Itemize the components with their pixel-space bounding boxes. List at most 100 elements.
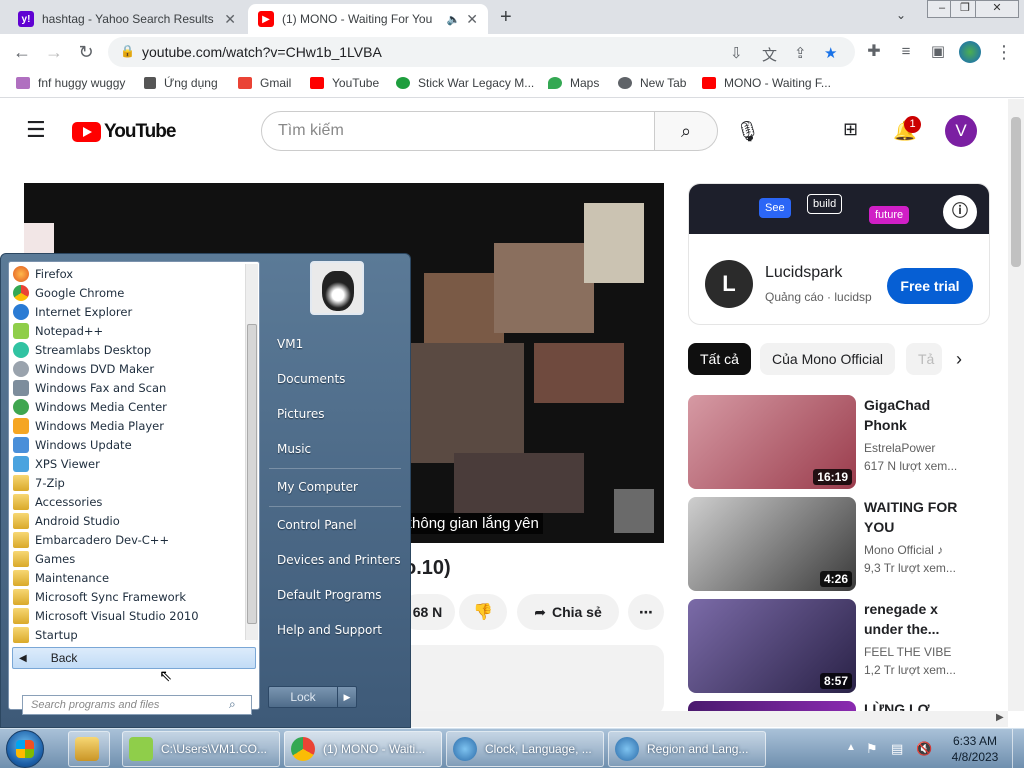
close-window-button[interactable]: ✕: [975, 0, 1019, 18]
channel-name[interactable]: Mono Official ♪: [864, 543, 943, 557]
close-icon[interactable]: ✕: [466, 11, 478, 28]
recommended-title[interactable]: GigaChad Phonk: [864, 395, 964, 435]
taskbar-button-notepad[interactable]: C:\Users\VM1.CO...: [122, 731, 280, 767]
start-orb-icon[interactable]: [6, 730, 44, 768]
microphone-icon[interactable]: 🎙: [735, 119, 760, 144]
video-thumbnail[interactable]: 4:26: [688, 497, 856, 591]
bookmark-item[interactable]: Maps: [548, 76, 599, 90]
chip-mono-official[interactable]: Của Mono Official: [760, 343, 896, 375]
start-link-pictures[interactable]: Pictures: [277, 407, 325, 421]
chevron-right-icon[interactable]: ›: [956, 349, 962, 370]
bookmark-item[interactable]: Stick War Legacy M...: [396, 76, 534, 90]
program-item[interactable]: Internet Explorer: [13, 302, 239, 321]
youtube-logo[interactable]: YouTube: [72, 121, 176, 143]
start-link-documents[interactable]: Documents: [277, 372, 345, 386]
video-thumbnail[interactable]: [688, 701, 856, 711]
channel-name[interactable]: EstrelaPower: [864, 441, 935, 455]
program-folder[interactable]: Startup: [13, 625, 239, 644]
tab-youtube[interactable]: ▶ (1) MONO - Waiting For You 🔈 ✕: [248, 4, 488, 34]
start-link-control-panel[interactable]: Control Panel: [277, 518, 357, 532]
shutdown-options-arrow-icon[interactable]: ▶: [337, 686, 357, 708]
share-icon[interactable]: ⇪: [794, 44, 807, 62]
program-item[interactable]: Windows DVD Maker: [13, 359, 239, 378]
profile-avatar[interactable]: [959, 41, 981, 63]
video-thumbnail[interactable]: 16:19: [688, 395, 856, 489]
start-link-devices-printers[interactable]: Devices and Printers: [277, 553, 401, 567]
program-item[interactable]: Windows Media Center: [13, 397, 239, 416]
program-item[interactable]: Notepad++: [13, 321, 239, 340]
address-bar[interactable]: 🔒 youtube.com/watch?v=CHw1b_1LVBA ⇩ 文 ⇪ …: [108, 37, 855, 67]
program-folder[interactable]: 7-Zip: [13, 473, 239, 492]
bookmark-item[interactable]: MONO - Waiting F...: [702, 76, 831, 90]
program-item[interactable]: Windows Update: [13, 435, 239, 454]
sponsored-ad[interactable]: See build future ⓘ L Lucidspark Quảng cá…: [688, 183, 990, 325]
account-avatar[interactable]: V: [945, 115, 977, 147]
search-icon[interactable]: ⌕: [654, 111, 718, 151]
program-item[interactable]: Firefox: [13, 264, 239, 283]
tab-search-icon[interactable]: ⌄: [896, 8, 906, 22]
bookmark-item[interactable]: fnf huggy wuggy: [16, 76, 125, 90]
install-icon[interactable]: ⇩: [730, 44, 743, 62]
show-hidden-icons-icon[interactable]: ▲: [846, 742, 856, 753]
recommended-title[interactable]: LỪNG LƠ: [864, 699, 964, 711]
scroll-right-icon[interactable]: ▶: [996, 712, 1004, 723]
reload-icon[interactable]: ↻: [74, 40, 98, 64]
channel-name[interactable]: FEEL THE VIBE: [864, 645, 951, 659]
lock-icon[interactable]: 🔒: [120, 44, 135, 58]
program-folder[interactable]: Accessories: [13, 492, 239, 511]
taskbar-button-region-language[interactable]: Region and Lang...: [608, 731, 766, 767]
search-icon[interactable]: ⌕: [229, 697, 236, 712]
system-clock[interactable]: 6:33 AM 4/8/2023: [940, 733, 1010, 765]
side-panel-icon[interactable]: ▣: [926, 40, 950, 64]
recommended-video[interactable]: 16:19 GigaChad Phonk EstrelaPower 617 N …: [688, 395, 988, 489]
forward-arrow-icon[interactable]: →: [42, 40, 66, 64]
taskbar-button-clock-language[interactable]: Clock, Language, ...: [446, 731, 604, 767]
extensions-icon[interactable]: ✚: [862, 40, 886, 64]
network-icon[interactable]: ▤: [891, 741, 903, 757]
chip-partial[interactable]: Tả: [906, 343, 942, 375]
search-input[interactable]: Tìm kiếm: [261, 111, 655, 151]
program-item[interactable]: Windows Fax and Scan: [13, 378, 239, 397]
scrollbar-thumb[interactable]: [1011, 117, 1021, 267]
bookmark-star-icon[interactable]: ★: [824, 44, 837, 62]
create-video-icon[interactable]: ⊞: [843, 119, 858, 140]
programs-scrollbar[interactable]: [245, 264, 258, 640]
program-item[interactable]: XPS Viewer: [13, 454, 239, 473]
hamburger-menu-icon[interactable]: ☰: [26, 119, 46, 141]
recommended-video[interactable]: 4:26 WAITING FOR YOU Mono Official ♪ 9,3…: [688, 497, 988, 591]
menu-dots-icon[interactable]: ⋮: [992, 40, 1016, 64]
explorer-taskbar-button[interactable]: [68, 731, 110, 767]
start-link-my-computer[interactable]: My Computer: [277, 480, 358, 494]
program-folder[interactable]: Maintenance: [13, 568, 239, 587]
chip-all[interactable]: Tất cả: [688, 343, 751, 375]
new-tab-button[interactable]: +: [500, 6, 512, 29]
lock-button[interactable]: Lock: [268, 686, 338, 708]
program-folder[interactable]: Games: [13, 549, 239, 568]
more-actions-icon[interactable]: ⋯: [628, 594, 664, 630]
recommended-video[interactable]: LỪNG LƠ: [688, 701, 988, 711]
bookmark-item[interactable]: Ứng dụng: [144, 76, 218, 90]
show-desktop-button[interactable]: [1012, 729, 1024, 769]
dislike-icon[interactable]: 👎: [459, 594, 507, 630]
program-folder[interactable]: Embarcadero Dev-C++: [13, 530, 239, 549]
recommended-video[interactable]: 8:57 renegade x under the... FEEL THE VI…: [688, 599, 988, 693]
program-folder[interactable]: Android Studio: [13, 511, 239, 530]
translate-icon[interactable]: 文: [762, 44, 777, 65]
start-link-default-programs[interactable]: Default Programs: [277, 588, 382, 602]
recommended-title[interactable]: WAITING FOR YOU: [864, 497, 964, 537]
recommended-title[interactable]: renegade x under the...: [864, 599, 964, 639]
page-scrollbar[interactable]: [1008, 99, 1024, 711]
back-button[interactable]: ◀ Back: [12, 647, 256, 669]
info-icon[interactable]: ⓘ: [943, 195, 977, 229]
scrollbar-thumb[interactable]: [247, 324, 257, 624]
bookmark-item[interactable]: New Tab: [618, 76, 686, 90]
start-search-input[interactable]: Search programs and files: [22, 695, 252, 715]
start-link-music[interactable]: Music: [277, 442, 311, 456]
speaker-icon[interactable]: 🔈: [447, 13, 461, 26]
description-box[interactable]: [392, 645, 664, 711]
bookmark-item[interactable]: YouTube: [310, 76, 379, 90]
program-item[interactable]: Streamlabs Desktop: [13, 340, 239, 359]
start-link-help-support[interactable]: Help and Support: [277, 623, 382, 637]
program-folder[interactable]: Microsoft Visual Studio 2010: [13, 606, 239, 625]
tab-yahoo[interactable]: y! hashtag - Yahoo Search Results ✕: [8, 4, 246, 34]
